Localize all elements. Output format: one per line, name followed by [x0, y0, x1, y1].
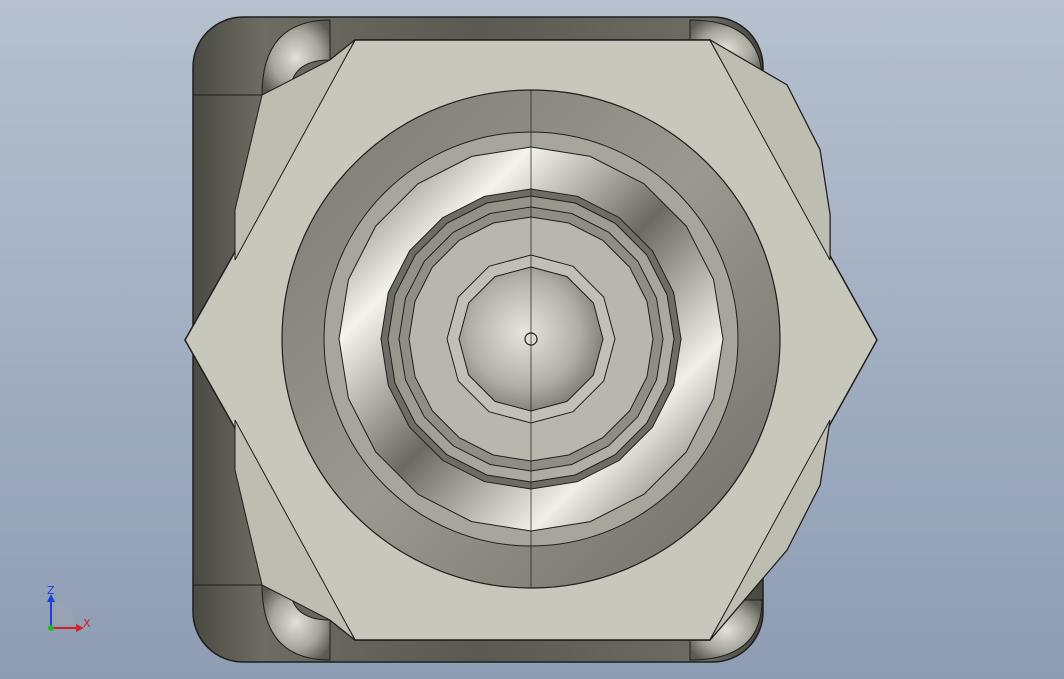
y-axis-dot [48, 625, 54, 631]
graphics-viewport[interactable]: Z X [0, 0, 1064, 679]
model-canvas[interactable]: Z X [0, 0, 1064, 679]
x-axis-label: X [83, 617, 91, 630]
z-axis-label: Z [47, 584, 55, 597]
